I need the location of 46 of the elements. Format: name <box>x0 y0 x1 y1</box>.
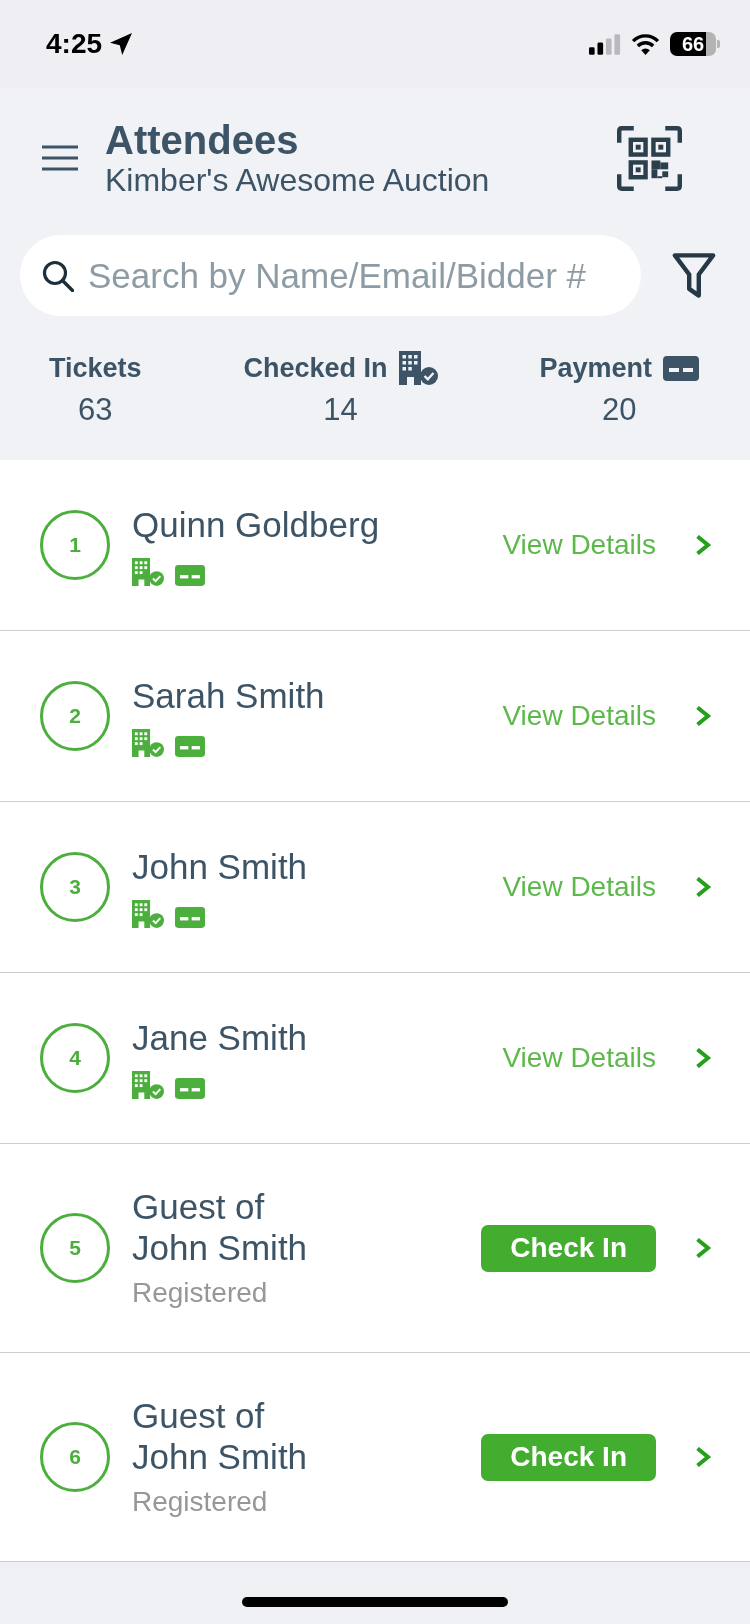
stat-value: 14 <box>323 391 358 429</box>
wifi-icon <box>631 33 660 55</box>
search-icon <box>42 260 74 292</box>
qr-code-icon[interactable] <box>617 125 682 191</box>
stat-value: 20 <box>601 391 637 429</box>
chevron-right-icon[interactable] <box>695 1447 712 1467</box>
location-arrow-icon <box>110 33 133 55</box>
attendee-name: Guest of John Smith <box>132 1395 308 1477</box>
chevron-right-icon[interactable] <box>695 877 712 897</box>
attendee-name: Sarah Smith <box>132 675 325 716</box>
attendee-status: Registered <box>132 1276 268 1310</box>
search-field[interactable]: Search by Name/Email/Bidder # <box>20 235 641 316</box>
building-check-icon <box>398 351 438 385</box>
menu-icon[interactable] <box>42 145 78 171</box>
page-title: Attendees <box>105 118 299 162</box>
attendee-row[interactable]: 2 Sarah Smith View Details <box>0 631 750 802</box>
chevron-right-icon[interactable] <box>695 706 712 726</box>
event-name: Kimber's Awesome Auction <box>105 162 490 198</box>
stat-value: 63 <box>78 391 113 429</box>
credit-card-icon <box>663 355 699 381</box>
signal-icon <box>589 33 621 55</box>
bidder-number: 5 <box>40 1213 110 1283</box>
chevron-right-icon[interactable] <box>695 535 712 555</box>
bidder-number: 3 <box>40 852 110 922</box>
stat-label: Payment <box>539 352 652 385</box>
attendee-name: Jane Smith <box>132 1017 308 1058</box>
attendee-row[interactable]: 1 Quinn Goldberg View Details <box>0 460 750 631</box>
filter-icon[interactable] <box>672 251 716 300</box>
stat-label: Tickets <box>49 352 142 385</box>
attendee-row[interactable]: 3 John Smith View Details <box>0 802 750 973</box>
attendee-name: Quinn Goldberg <box>132 504 380 545</box>
battery-indicator: 66 <box>670 32 720 56</box>
bidder-number: 2 <box>40 681 110 751</box>
attendee-row[interactable]: 4 Jane Smith View Details <box>0 973 750 1144</box>
chevron-right-icon[interactable] <box>695 1238 712 1258</box>
attendee-row[interactable]: 5 Guest of John Smith Registered Check In <box>0 1144 750 1353</box>
attendee-name: John Smith <box>132 846 308 887</box>
attendee-row[interactable]: 6 Guest of John Smith Registered Check In <box>0 1353 750 1562</box>
chevron-right-icon[interactable] <box>695 1048 712 1068</box>
bidder-number: 1 <box>40 510 110 580</box>
stat-label: Checked In <box>243 352 388 385</box>
attendee-status: Registered <box>132 1485 268 1519</box>
bidder-number: 4 <box>40 1023 110 1093</box>
bidder-number: 6 <box>40 1422 110 1492</box>
attendee-name: Guest of John Smith <box>132 1186 308 1268</box>
status-time: 4:25 <box>46 30 103 58</box>
